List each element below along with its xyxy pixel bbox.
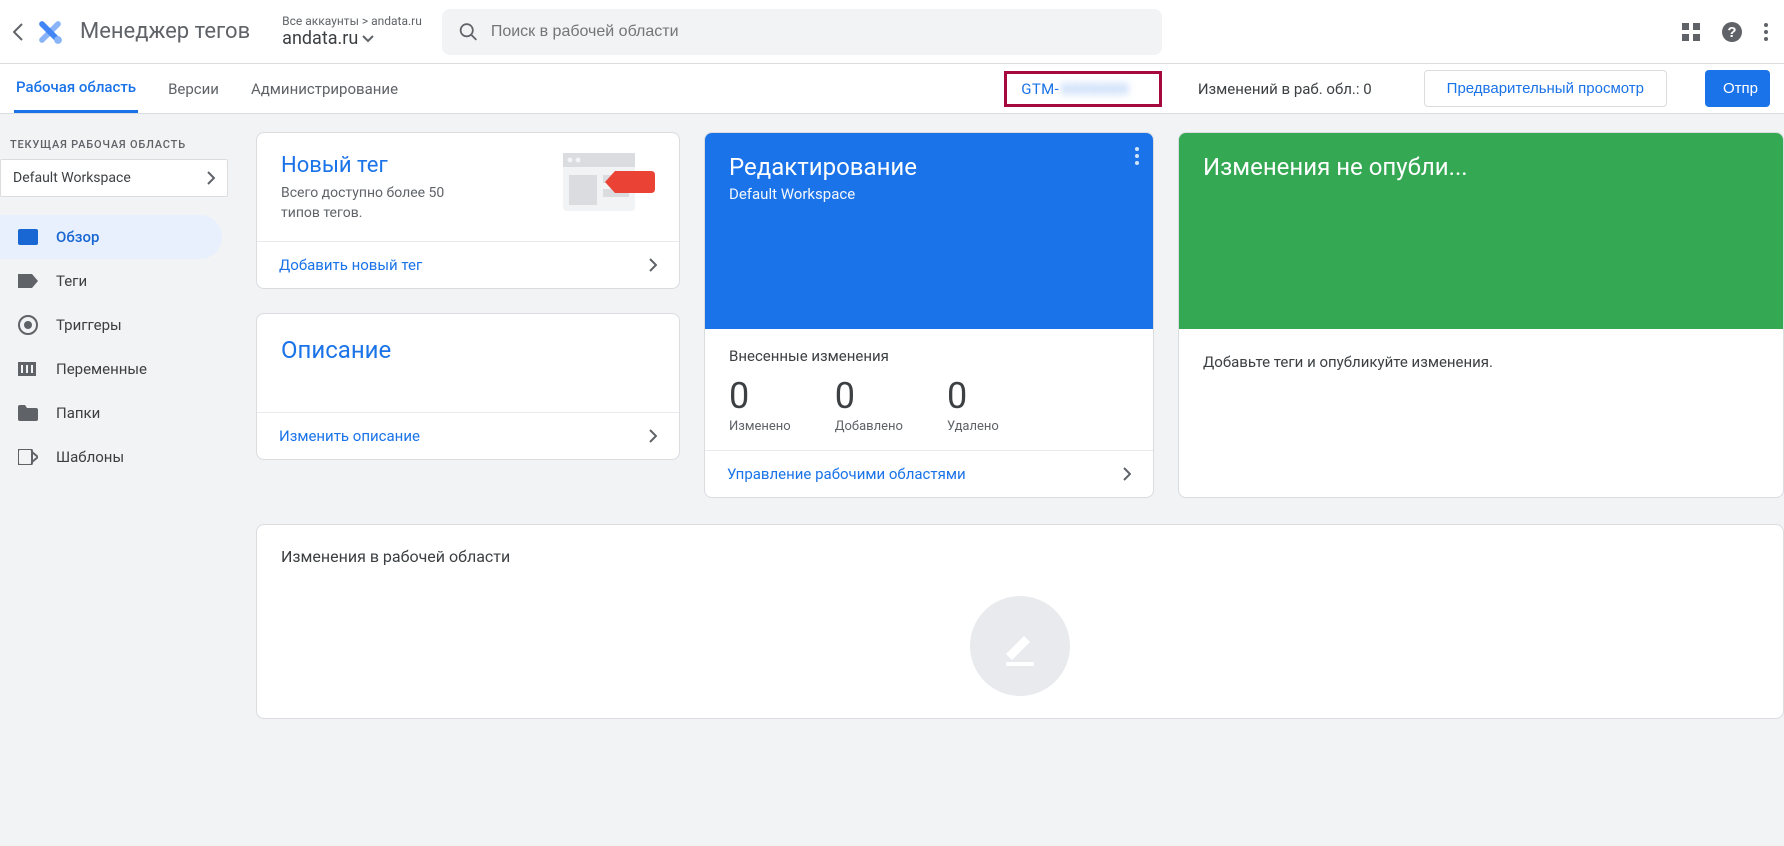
new-tag-illustration-icon xyxy=(563,153,655,225)
tab-admin[interactable]: Администрирование xyxy=(249,66,400,112)
edit-description-action[interactable]: Изменить описание xyxy=(257,412,679,459)
card-unpublished: Изменения не опубли... Добавьте теги и о… xyxy=(1178,132,1784,498)
dashboard-cards: Новый тег Всего доступно более 50 типов … xyxy=(256,132,1784,498)
editing-subtitle: Default Workspace xyxy=(729,185,1129,203)
stat-modified: 0 Изменено xyxy=(729,375,791,434)
app-title: Менеджер тегов xyxy=(80,19,250,44)
sidebar: ТЕКУЩАЯ РАБОЧАЯ ОБЛАСТЬ Default Workspac… xyxy=(0,114,232,846)
template-icon xyxy=(18,447,38,467)
nav-label: Теги xyxy=(56,272,87,290)
chevron-right-icon xyxy=(649,429,657,443)
nav-templates[interactable]: Шаблоны xyxy=(0,435,222,479)
account-selector[interactable]: Все аккаунты > andata.ru andata.ru xyxy=(282,14,422,49)
preview-button[interactable]: Предварительный просмотр xyxy=(1424,70,1667,107)
card-description: Описание Изменить описание xyxy=(256,313,680,460)
overview-icon xyxy=(18,227,38,247)
folder-icon xyxy=(18,403,38,423)
stat-label: Изменено xyxy=(729,419,791,434)
gtm-container-id[interactable]: GTM-XXXXXXX xyxy=(1004,71,1162,107)
workspace-changes-title: Изменения в рабочей области xyxy=(281,547,1759,566)
chevron-right-icon xyxy=(649,258,657,272)
stats-row: 0 Изменено 0 Добавлено 0 Удалено xyxy=(729,375,1129,434)
submit-button[interactable]: Отпр xyxy=(1705,70,1770,107)
stat-label: Удалено xyxy=(947,419,999,434)
stat-added: 0 Добавлено xyxy=(835,375,903,434)
add-new-tag-action[interactable]: Добавить новый тег xyxy=(257,241,679,288)
help-icon[interactable]: ? xyxy=(1720,20,1744,44)
editing-title: Редактирование xyxy=(729,153,1129,181)
subbar: Рабочая область Версии Администрирование… xyxy=(0,64,1784,114)
nav-triggers[interactable]: Триггеры xyxy=(0,303,222,347)
changes-label: Внесенные изменения xyxy=(729,347,1129,365)
gtm-prefix: GTM- xyxy=(1021,80,1059,98)
sidebar-section-title: ТЕКУЩАЯ РАБОЧАЯ ОБЛАСТЬ xyxy=(0,130,232,155)
tag-icon xyxy=(18,271,38,291)
content: Новый тег Всего доступно более 50 типов … xyxy=(232,114,1784,846)
gtm-logo-icon xyxy=(32,14,68,50)
account-path: Все аккаунты > andata.ru xyxy=(282,14,422,28)
new-tag-title: Новый тег xyxy=(281,153,481,178)
gtm-id-value: XXXXXXX xyxy=(1061,80,1129,98)
search-input[interactable] xyxy=(491,23,1146,41)
tab-workspace[interactable]: Рабочая область xyxy=(14,64,138,113)
description-title: Описание xyxy=(281,336,655,364)
stat-label: Добавлено xyxy=(835,419,903,434)
account-name-text: andata.ru xyxy=(282,28,358,49)
trigger-icon xyxy=(18,315,38,335)
main: ТЕКУЩАЯ РАБОЧАЯ ОБЛАСТЬ Default Workspac… xyxy=(0,114,1784,846)
chevron-down-icon xyxy=(362,35,374,43)
workspace-changes-count[interactable]: Изменений в раб. обл.: 0 xyxy=(1198,80,1372,98)
nav-folders[interactable]: Папки xyxy=(0,391,222,435)
manage-workspaces-action[interactable]: Управление рабочими областями xyxy=(705,450,1153,497)
more-vert-icon[interactable] xyxy=(1764,23,1768,41)
svg-text:?: ? xyxy=(1727,24,1736,41)
nav-tags[interactable]: Теги xyxy=(0,259,222,303)
topbar: Менеджер тегов Все аккаунты > andata.ru … xyxy=(0,0,1784,64)
chevron-right-icon xyxy=(1123,467,1131,481)
workspace-changes-panel: Изменения в рабочей области xyxy=(256,524,1784,719)
nav-label: Шаблоны xyxy=(56,448,124,466)
new-tag-desc: Всего доступно более 50 типов тегов. xyxy=(281,184,481,223)
topbar-actions: ? xyxy=(1682,20,1776,44)
card-editing: Редактирование Default Workspace Внесенн… xyxy=(704,132,1154,498)
workspace-selector[interactable]: Default Workspace xyxy=(0,159,228,197)
chevron-right-icon xyxy=(207,171,215,185)
apps-icon[interactable] xyxy=(1682,23,1700,41)
nav-label: Триггеры xyxy=(56,316,122,334)
nav-overview[interactable]: Обзор xyxy=(0,215,222,259)
card-menu-icon[interactable] xyxy=(1135,147,1139,165)
nav-variables[interactable]: Переменные xyxy=(0,347,222,391)
nav-label: Обзор xyxy=(56,228,99,246)
empty-state-icon xyxy=(970,596,1070,696)
unpublished-title: Изменения не опубли... xyxy=(1203,153,1759,181)
back-arrow-icon[interactable] xyxy=(8,23,28,41)
stat-num: 0 xyxy=(947,375,999,417)
account-name: andata.ru xyxy=(282,28,422,49)
stat-deleted: 0 Удалено xyxy=(947,375,999,434)
card-new-tag: Новый тег Всего доступно более 50 типов … xyxy=(256,132,680,289)
action-label: Управление рабочими областями xyxy=(727,465,966,483)
nav-label: Папки xyxy=(56,404,100,422)
stat-num: 0 xyxy=(729,375,791,417)
unpublished-body: Добавьте теги и опубликуйте изменения. xyxy=(1179,329,1783,395)
workspace-name: Default Workspace xyxy=(13,170,131,186)
search-icon xyxy=(458,21,479,43)
variable-icon xyxy=(18,359,38,379)
search-box[interactable] xyxy=(442,9,1162,55)
action-label: Добавить новый тег xyxy=(279,256,422,274)
stat-num: 0 xyxy=(835,375,903,417)
nav-label: Переменные xyxy=(56,360,147,378)
action-label: Изменить описание xyxy=(279,427,420,445)
tab-versions[interactable]: Версии xyxy=(166,66,221,112)
